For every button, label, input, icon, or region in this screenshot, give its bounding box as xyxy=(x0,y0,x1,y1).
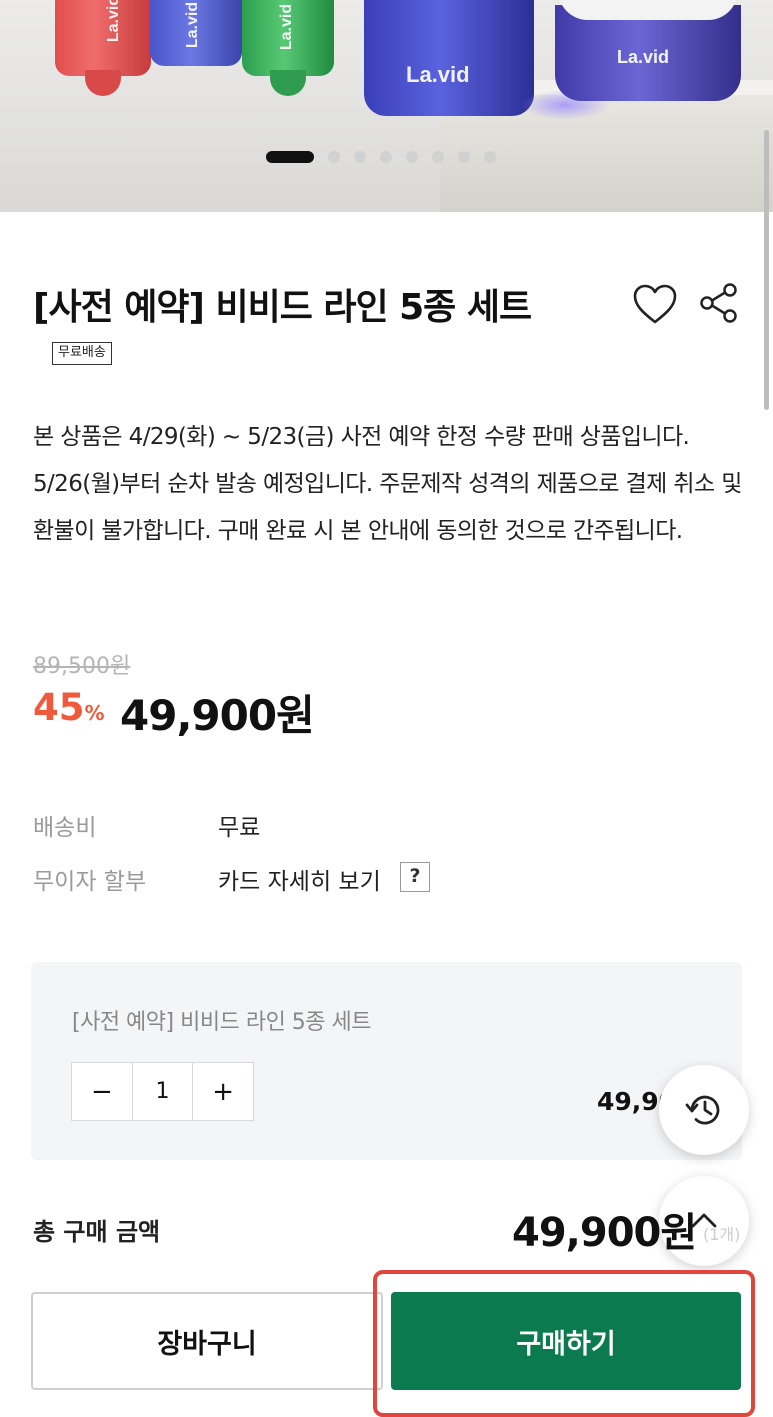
add-to-cart-button[interactable]: 장바구니 xyxy=(31,1292,383,1390)
carousel-dot[interactable] xyxy=(328,151,340,163)
product-bottle-blue: La.vid xyxy=(150,0,242,66)
shipping-fee-label: 배송비 xyxy=(33,815,97,841)
discount-unit: % xyxy=(84,701,105,725)
wishlist-heart-icon[interactable] xyxy=(632,282,678,328)
selected-option-name: [사전 예약] 비비드 라인 5종 세트 xyxy=(72,1010,372,1035)
recently-viewed-button[interactable] xyxy=(659,1065,749,1155)
product-notice: 본 상품은 4/29(화) ~ 5/23(금) 사전 예약 한정 수량 판매 상… xyxy=(33,424,742,544)
discount-rate: 45% xyxy=(33,686,105,729)
brand-label: La.vid xyxy=(184,1,202,49)
quantity-value[interactable]: 1 xyxy=(133,1063,193,1120)
product-image-carousel[interactable]: La.vid La.vid La.vid La.vid La.vid xyxy=(0,0,773,212)
carousel-dot[interactable] xyxy=(458,151,470,163)
shipping-fee-value: 무료 xyxy=(218,815,261,841)
free-shipping-badge: 무료배송 xyxy=(52,342,112,365)
total-amount-label: 총 구매 금액 xyxy=(33,1218,161,1246)
carousel-indicator[interactable] xyxy=(266,150,496,164)
installment-label: 무이자 할부 xyxy=(33,869,147,895)
carousel-dot[interactable] xyxy=(484,151,496,163)
history-icon xyxy=(685,1095,720,1125)
brand-label: La.vid xyxy=(406,62,470,87)
total-quantity: (1개) xyxy=(703,1225,741,1244)
selected-option-panel xyxy=(31,962,742,1160)
carousel-dot[interactable] xyxy=(354,151,366,163)
brand-label: La.vid xyxy=(617,47,670,67)
quantity-increase-button[interactable]: + xyxy=(192,1063,253,1120)
product-title: [사전 예약] 비비드 라인 5종 세트 xyxy=(33,287,532,328)
buy-now-button[interactable]: 구매하기 xyxy=(391,1292,741,1390)
carousel-dot[interactable] xyxy=(406,151,418,163)
page-scrollbar[interactable] xyxy=(764,130,769,410)
jar-lid xyxy=(558,0,738,20)
total-amount: 49,900원 xyxy=(512,1210,697,1256)
carousel-dot[interactable] xyxy=(380,151,392,163)
share-icon[interactable] xyxy=(698,282,740,324)
brand-label: La.vid xyxy=(278,3,296,51)
quantity-stepper[interactable]: − 1 + xyxy=(71,1062,254,1121)
original-price: 89,500원 xyxy=(33,654,131,679)
installment-help-icon[interactable]: ? xyxy=(400,862,430,892)
brand-label: La.vid xyxy=(105,0,123,43)
quantity-decrease-button[interactable]: − xyxy=(72,1063,133,1120)
installment-card-details-link[interactable]: 카드 자세히 보기 xyxy=(218,862,381,896)
carousel-dot-active[interactable] xyxy=(266,151,314,163)
product-bottle-large: La.vid xyxy=(364,0,534,116)
product-bottle-green: La.vid xyxy=(242,0,334,96)
sale-price: 49,900원 xyxy=(120,691,315,740)
carousel-dot[interactable] xyxy=(432,151,444,163)
discount-value: 45 xyxy=(33,686,85,729)
product-bottle-red: La.vid xyxy=(55,0,151,96)
